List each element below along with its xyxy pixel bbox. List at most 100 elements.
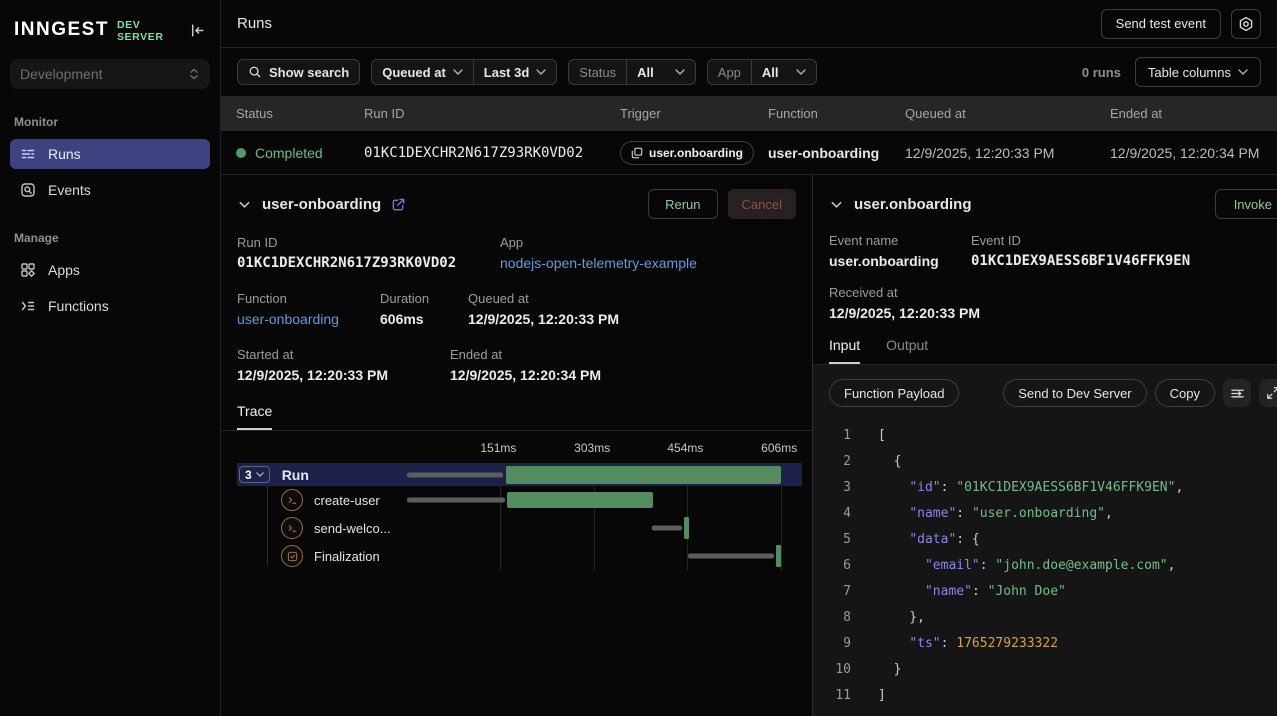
axis-tick-label: 454ms (667, 441, 703, 455)
run-children-count-badge[interactable]: 3 (239, 466, 270, 483)
code-token (878, 475, 909, 501)
trace-waiting-bar (652, 526, 682, 531)
started-at-field: Started at 12/9/2025, 12:20:33 PM (237, 347, 450, 383)
column-header-function: Function (768, 106, 905, 121)
trace-duration-bar (776, 545, 781, 567)
table-columns-button[interactable]: Table columns (1135, 57, 1261, 87)
collapse-run-details-icon[interactable] (237, 197, 252, 212)
chevron-down-icon (796, 69, 806, 75)
apps-icon (20, 262, 36, 278)
sidebar-item-label: Events (48, 182, 91, 198)
status-filter-dropdown[interactable]: All (626, 60, 695, 84)
trace-step-label: Finalization (314, 549, 380, 564)
run-status-cell: Completed (236, 145, 364, 161)
chevron-down-icon (1238, 69, 1248, 75)
line-number: 2 (829, 449, 851, 475)
sidebar: INNGEST DEV SERVER Development MonitorRu… (0, 0, 221, 716)
code-line: 4 "name": "user.onboarding", (829, 501, 1277, 527)
sidebar-item-events[interactable]: Events (10, 175, 210, 205)
trace-duration-bar (684, 517, 689, 539)
ended-at-cell: 12/9/2025, 12:20:34 PM (1110, 145, 1277, 161)
settings-button[interactable] (1231, 9, 1261, 39)
send-test-event-button[interactable]: Send test event (1101, 9, 1221, 39)
payload-code[interactable]: 1[2 {3 "id": "01KC1DEX9AESS6BF1V46FFK9EN… (829, 423, 1277, 709)
code-token: "john.doe@example.com" (995, 553, 1167, 579)
code-line: 7 "name": "John Doe" (829, 579, 1277, 605)
expand-payload-button[interactable] (1259, 379, 1277, 407)
function-payload-badge[interactable]: Function Payload (829, 379, 959, 407)
trace-row-step[interactable]: create-user (237, 486, 802, 514)
code-line: 1[ (829, 423, 1277, 449)
time-field-dropdown[interactable]: Queued at (372, 60, 473, 84)
function-link[interactable]: user-onboarding (237, 311, 380, 327)
trace-row-run[interactable]: 3Run (237, 463, 802, 486)
trace-row-step[interactable]: send-welco... (237, 514, 802, 542)
status-filter-group: Status All (568, 59, 695, 85)
trace-axis: 151ms303ms454ms606ms (237, 441, 802, 461)
app-header: Runs Send test event (221, 0, 1277, 48)
code-token: , (1168, 553, 1176, 579)
column-header-ended-at: Ended at (1110, 106, 1277, 121)
code-token (878, 553, 925, 579)
show-search-button[interactable]: Show search (237, 59, 360, 85)
code-token: "name" (909, 501, 956, 527)
code-token: "01KC1DEX9AESS6BF1V46FFK9EN" (956, 475, 1175, 501)
app-filter-label: App (708, 60, 751, 84)
code-line: 9 "ts": 1765279233322 (829, 631, 1277, 657)
app-filter-dropdown[interactable]: All (751, 60, 816, 84)
code-token: "email" (925, 553, 980, 579)
runs-count: 0 runs (1082, 65, 1121, 80)
copy-button[interactable]: Copy (1155, 379, 1215, 407)
collapse-event-details-icon[interactable] (829, 197, 844, 212)
code-token: }, (878, 605, 925, 631)
trace-step-track (407, 486, 781, 514)
status-text: Completed (255, 145, 323, 161)
code-token (878, 631, 909, 657)
functions-icon (20, 298, 36, 314)
column-header-status: Status (236, 106, 364, 121)
app-link[interactable]: nodejs-open-telemetry-example (500, 255, 697, 271)
trigger-event-pill[interactable]: user.onboarding (620, 141, 754, 165)
code-token: ] (878, 683, 886, 709)
logo-row: INNGEST DEV SERVER (14, 17, 206, 43)
event-details-title: user.onboarding (854, 196, 972, 213)
runs-icon (20, 146, 36, 162)
trace-timeline: 151ms303ms454ms606ms 3Runcreate-usersend… (237, 441, 802, 570)
sidebar-item-apps[interactable]: Apps (10, 255, 210, 285)
tab-trace[interactable]: Trace (237, 403, 272, 430)
time-range-dropdown[interactable]: Last 3d (473, 60, 557, 84)
tab-input[interactable]: Input (829, 337, 860, 364)
wrap-lines-button[interactable] (1223, 379, 1251, 407)
send-to-dev-server-button[interactable]: Send to Dev Server (1003, 379, 1146, 407)
rerun-button[interactable]: Rerun (648, 189, 717, 219)
status-dot (236, 148, 246, 158)
environment-select[interactable]: Development (10, 59, 210, 89)
tab-output[interactable]: Output (886, 337, 928, 364)
chevron-down-icon (536, 69, 546, 75)
chevron-down-icon (256, 472, 264, 477)
trace-step-track (407, 542, 781, 570)
axis-tick-label: 303ms (574, 441, 610, 455)
line-number: 6 (829, 553, 851, 579)
external-link-icon[interactable] (391, 197, 406, 212)
trace-row-step[interactable]: Finalization (237, 542, 802, 570)
line-number: 4 (829, 501, 851, 527)
collapse-sidebar-icon[interactable] (189, 22, 206, 39)
invoke-button[interactable]: Invoke (1215, 189, 1277, 219)
trace-step-track (407, 514, 781, 542)
sidebar-item-functions[interactable]: Functions (10, 291, 210, 321)
events-icon (20, 182, 36, 198)
column-header-queued-at: Queued at (905, 106, 1110, 121)
column-header-trigger: Trigger (620, 106, 768, 121)
cancel-button[interactable]: Cancel (728, 189, 796, 219)
sidebar-item-label: Runs (48, 146, 81, 162)
function-cell: user-onboarding (768, 145, 905, 161)
line-number: 5 (829, 527, 851, 553)
environment-select-value: Development (20, 66, 188, 82)
code-token: "John Doe" (988, 579, 1066, 605)
code-token: , (1105, 501, 1113, 527)
app-filter-group: App All (707, 59, 817, 85)
sidebar-item-runs[interactable]: Runs (10, 139, 210, 169)
table-row[interactable]: Completed 01KC1DEXCHR2N617Z93RK0VD02 use… (221, 131, 1277, 174)
line-number: 3 (829, 475, 851, 501)
